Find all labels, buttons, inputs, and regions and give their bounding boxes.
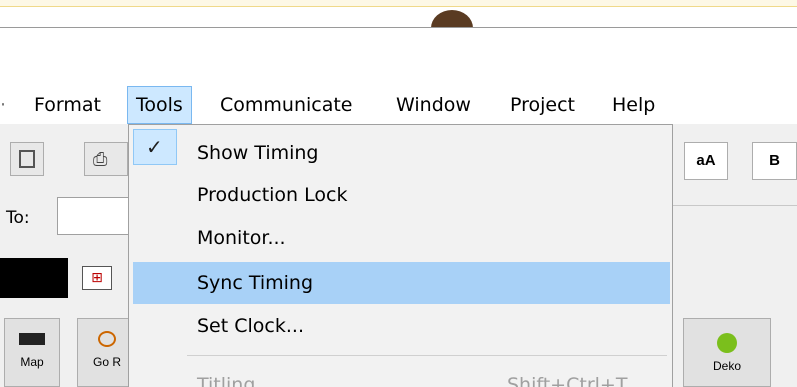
menu-bar: · Format Tools Communicate Window Projec… bbox=[0, 86, 797, 124]
avatar-mask bbox=[420, 28, 490, 58]
menu-item-titling[interactable]: Titling... Shift+Ctrl+T bbox=[133, 366, 670, 387]
deko-button[interactable]: Deko bbox=[683, 318, 771, 387]
color-swatch[interactable] bbox=[0, 258, 68, 298]
menu-project[interactable]: Project bbox=[502, 86, 583, 124]
menu-item-shortcut: Shift+Ctrl+T bbox=[507, 374, 628, 387]
map-icon bbox=[19, 333, 45, 345]
panel-divider bbox=[673, 205, 797, 206]
menu-format[interactable]: Format bbox=[26, 86, 109, 124]
to-input[interactable] bbox=[57, 197, 132, 235]
map-button[interactable]: Map bbox=[4, 318, 60, 387]
menu-item-label: Sync Timing bbox=[197, 272, 314, 294]
save-button[interactable] bbox=[10, 142, 44, 176]
menu-item-sync-timing[interactable]: Sync Timing bbox=[133, 262, 670, 304]
menu-help[interactable]: Help bbox=[604, 86, 663, 124]
menu-window[interactable]: Window bbox=[388, 86, 479, 124]
save-icon bbox=[19, 150, 35, 168]
menu-item-set-clock[interactable]: Set Clock... bbox=[133, 307, 670, 345]
menu-item-label: Set Clock... bbox=[197, 315, 304, 337]
grid-icon[interactable]: ⊞ bbox=[82, 266, 112, 290]
menu-separator bbox=[187, 355, 667, 356]
menu-item-show-timing[interactable]: Show Timing bbox=[133, 134, 670, 172]
menu-item-label: Monitor... bbox=[197, 227, 286, 249]
deko-label: Deko bbox=[712, 359, 741, 373]
bold-label: B bbox=[769, 152, 780, 169]
menu-item-monitor[interactable]: Monitor... bbox=[133, 219, 670, 257]
map-label: Map bbox=[20, 355, 44, 369]
print-button[interactable]: ⎙ bbox=[84, 142, 128, 176]
font-case-label: aA bbox=[696, 152, 716, 169]
menu-edge-fragment: · bbox=[0, 94, 7, 116]
divider bbox=[0, 27, 797, 28]
bold-button[interactable]: B bbox=[752, 142, 797, 180]
menu-item-label: Titling... bbox=[197, 374, 274, 387]
notification-strip bbox=[0, 0, 797, 7]
print-icon: ⎙ bbox=[93, 149, 108, 170]
menu-communicate[interactable]: Communicate bbox=[212, 86, 361, 124]
go-icon bbox=[98, 331, 116, 347]
deko-icon bbox=[717, 333, 737, 353]
menu-tools[interactable]: Tools bbox=[127, 86, 192, 124]
tools-menu: ✓ Show Timing Production Lock Monitor...… bbox=[128, 124, 673, 387]
menu-item-production-lock[interactable]: Production Lock bbox=[133, 176, 670, 214]
menu-item-label: Production Lock bbox=[197, 184, 348, 206]
menu-item-label: Show Timing bbox=[197, 142, 319, 164]
font-case-button[interactable]: aA bbox=[684, 142, 728, 180]
to-label: To: bbox=[6, 208, 30, 228]
